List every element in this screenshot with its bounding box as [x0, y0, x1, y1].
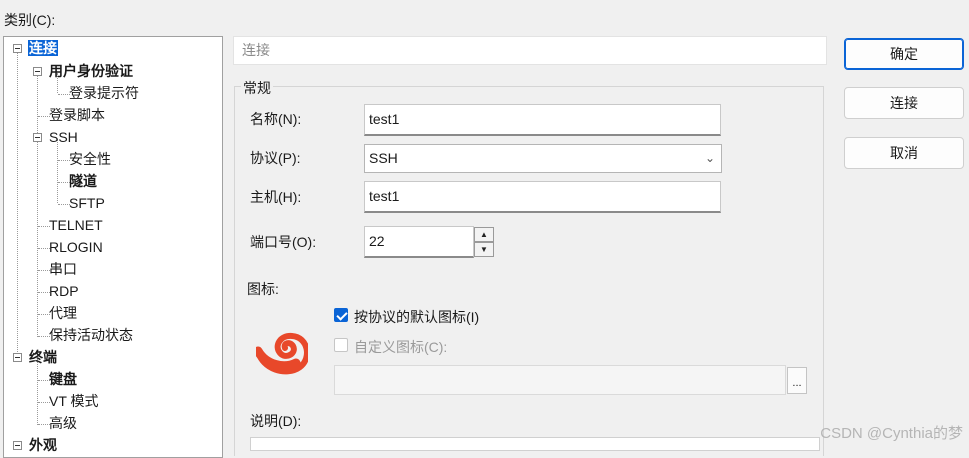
- collapse-icon[interactable]: [13, 441, 22, 450]
- icon-label: 图标:: [247, 281, 279, 297]
- host-label: 主机(H):: [250, 189, 302, 205]
- collapse-icon[interactable]: [13, 353, 22, 362]
- category-label: 类别(C):: [4, 12, 56, 28]
- tree-connector: [37, 359, 38, 425]
- chevron-down-icon: ⌄: [704, 151, 715, 165]
- browse-button[interactable]: ...: [787, 367, 807, 394]
- cancel-button[interactable]: 取消: [844, 137, 964, 169]
- watermark: CSDN @Cynthia的梦: [820, 425, 963, 442]
- tree-item-security[interactable]: 安全性: [68, 149, 112, 169]
- host-input[interactable]: test1: [364, 181, 721, 213]
- tree-item-terminal[interactable]: 终端: [28, 347, 58, 367]
- protocol-select[interactable]: SSH ⌄: [364, 144, 722, 173]
- custom-icon-path-input: [334, 365, 786, 395]
- spin-up-icon[interactable]: ▲: [474, 227, 494, 242]
- section-title: 连接: [233, 36, 827, 65]
- category-tree[interactable]: 连接 用户身份验证 登录提示符 登录脚本 SSH 安全性 隧道 SFTP TEL…: [3, 36, 223, 458]
- tree-item-telnet[interactable]: TELNET: [48, 215, 104, 235]
- ok-button[interactable]: 确定: [844, 38, 964, 70]
- custom-icon-checkbox[interactable]: [334, 338, 348, 352]
- tree-item-login-script[interactable]: 登录脚本: [48, 105, 106, 125]
- protocol-value: SSH: [369, 150, 398, 166]
- protocol-label: 协议(P):: [250, 150, 301, 166]
- collapse-icon[interactable]: [13, 44, 22, 53]
- name-label: 名称(N):: [250, 111, 302, 127]
- tree-item-keyboard[interactable]: 键盘: [48, 369, 78, 389]
- default-icon-checkbox[interactable]: [334, 308, 348, 322]
- port-label: 端口号(O):: [250, 234, 317, 250]
- tree-item-tunnel[interactable]: 隧道: [68, 171, 98, 191]
- tree-item-proxy[interactable]: 代理: [48, 303, 78, 323]
- connect-button[interactable]: 连接: [844, 87, 964, 119]
- description-input[interactable]: [250, 437, 820, 451]
- tree-item-keepalive[interactable]: 保持活动状态: [48, 325, 134, 345]
- tree-item-connection[interactable]: 连接: [28, 38, 58, 58]
- tree-item-sftp[interactable]: SFTP: [68, 193, 106, 213]
- port-input[interactable]: 22: [364, 226, 474, 258]
- tree-item-rlogin[interactable]: RLOGIN: [48, 237, 104, 257]
- collapse-icon[interactable]: [33, 67, 42, 76]
- tree-item-advanced[interactable]: 高级: [48, 413, 78, 433]
- spin-down-icon[interactable]: ▼: [474, 242, 494, 257]
- collapse-icon[interactable]: [33, 133, 42, 142]
- tree-item-vt-mode[interactable]: VT 模式: [48, 391, 100, 411]
- tree-connector: [37, 73, 38, 337]
- description-label: 说明(D):: [250, 413, 302, 429]
- tree-item-ssh[interactable]: SSH: [48, 127, 79, 147]
- tree-item-rdp[interactable]: RDP: [48, 281, 80, 301]
- name-input[interactable]: test1: [364, 104, 721, 136]
- tree-item-login-prompt[interactable]: 登录提示符: [68, 83, 140, 103]
- tree-item-appearance[interactable]: 外观: [28, 435, 58, 455]
- tree-item-serial[interactable]: 串口: [48, 259, 78, 279]
- ssh-swirl-icon: [253, 331, 310, 379]
- custom-icon-label: 自定义图标(C):: [354, 339, 448, 355]
- group-title: 常规: [241, 78, 273, 98]
- default-icon-label: 按协议的默认图标(I): [354, 309, 480, 325]
- general-groupbox: [234, 86, 824, 456]
- tree-connector: [17, 52, 18, 352]
- tree-item-auth[interactable]: 用户身份验证: [48, 61, 134, 81]
- tree-connector: [57, 139, 58, 203]
